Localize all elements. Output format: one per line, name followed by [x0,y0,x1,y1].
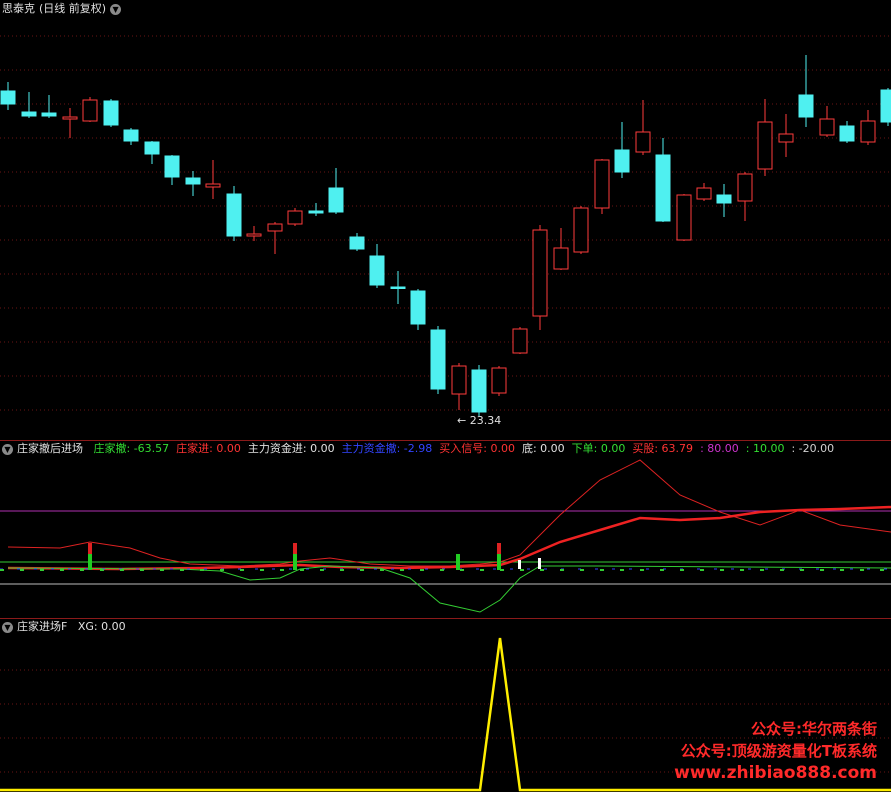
candle-body [144,141,160,155]
candle-body [369,255,385,286]
candle-body [308,210,324,214]
stock-name: 思泰克 [2,2,35,15]
candle-body [410,290,426,325]
candle-body [655,154,671,222]
candle-body [860,120,876,143]
signal-bar-red [497,543,501,555]
watermark-line-3: www.zhibiao888.com [674,763,877,783]
signal-bar-green [88,554,92,570]
candle-body [430,329,446,390]
candle-body [185,177,201,185]
candle-body [471,369,487,413]
watermark-line-2: 公众号:顶级游资量化T板系统 [680,742,877,760]
indicator-name: 庄家撤后进场 [17,442,83,455]
signal-bar-red [88,543,92,555]
candle-body [532,229,548,317]
candlestick-chart [0,35,891,416]
candle-body [512,328,528,354]
indicator-value-item: : 80.00 [700,442,739,455]
indicator-value-item: 买入信号: 0.00 [439,442,515,455]
indicator-chart [0,459,891,613]
indicator-value-item: 买股: 63.79 [632,442,694,455]
zhuangjia-che-line [7,565,891,613]
candle-body [451,365,467,395]
candle-body [573,207,589,253]
candle-body [41,112,57,117]
signal-bar-green [293,554,297,570]
candle-body [737,173,753,202]
candle-body [880,89,891,123]
period-label: (日线 前复权) [39,2,107,15]
indicator-value-item: : -20.00 [791,442,835,455]
low-price-marker: ← 23.34 [457,414,502,427]
indicator-value-item: 主力资金进: 0.00 [247,442,335,455]
candle-body [246,233,262,237]
candle-body [798,94,814,118]
candle-body [716,194,732,204]
indicator-value-item: 底: 0.00 [521,442,565,455]
candle-body [349,236,365,250]
buy-stock-line [7,505,891,571]
candle-body [635,131,651,153]
candle-body [553,247,569,270]
candle-body [287,210,303,225]
signal-header: ▼ 庄家进场F XG: 0.00 [2,620,130,634]
candle-body [696,187,712,200]
chevron-down-icon[interactable]: ▼ [110,3,122,15]
candle-body [328,187,344,213]
candle-body [614,149,630,173]
candle-body [205,183,221,188]
candle-body [839,125,855,142]
chevron-down-icon[interactable]: ▼ [2,443,13,455]
candle-body [267,223,283,232]
signal-value-item: XG: 0.00 [77,620,126,633]
price-chart-panel[interactable]: 思泰克 (日线 前复权) ▼ ← 23.34 [0,0,891,440]
watermark-line-1: 公众号:华尔两条街 [751,720,877,738]
candle-body [676,194,692,241]
indicator-header: ▼ 庄家撤后进场 庄家撤: -63.57 庄家进: 0.00 主力资金进: 0.00 主… [2,442,838,456]
signal-bar-green [497,554,501,570]
chevron-down-icon[interactable]: ▼ [2,621,13,633]
candle-body [21,111,37,117]
candle-body [123,129,139,142]
signal-bar-red [293,543,297,555]
indicator-value-item: : 10.00 [745,442,785,455]
signal-name: 庄家进场F [17,620,68,633]
candle-body [164,155,180,178]
indicator-value-item: 主力资金撤: -2.98 [341,442,433,455]
candle-body [0,90,16,105]
indicator-value-item: 庄家撤: -63.57 [93,442,170,455]
indicator-value-item: 庄家进: 0.00 [176,442,241,455]
candle-body [819,118,835,136]
candle-body [778,133,794,143]
bottom-bar [518,560,521,569]
signal-panel[interactable]: ▼ 庄家进场F XG: 0.00 公众号:华尔两条街 公众号:顶级游资量化T板系统… [0,618,891,792]
bottom-bar [538,558,541,569]
candle-body [226,193,242,237]
candle-body [103,100,119,126]
signal-bar-green [456,554,460,570]
candle-body [390,286,406,289]
candle-body [491,367,507,394]
indicator-panel-main[interactable]: ▼ 庄家撤后进场 庄家撤: -63.57 庄家进: 0.00 主力资金进: 0.00 主… [0,440,891,618]
candle-body [594,159,610,209]
indicator-value-item: 下单: 0.00 [571,442,626,455]
price-panel-header: 思泰克 (日线 前复权) ▼ [2,2,125,16]
candle-body [82,99,98,122]
candle-body [757,121,773,170]
candle-body [62,116,78,120]
